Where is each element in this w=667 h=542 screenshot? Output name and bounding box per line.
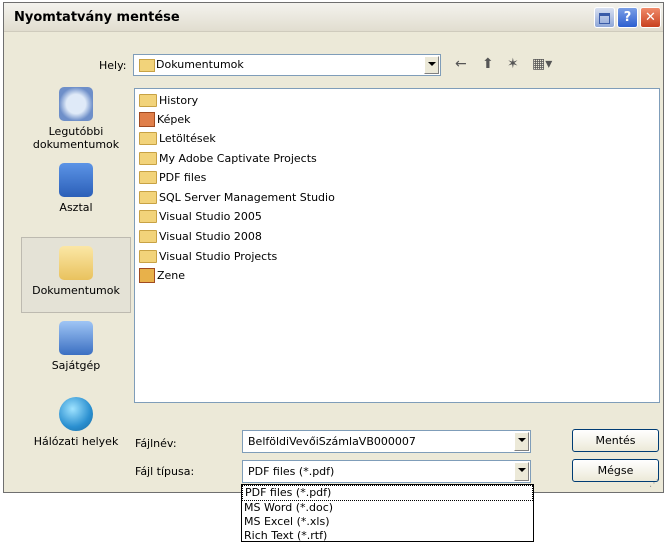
list-item[interactable]: Visual Studio 2005 — [139, 207, 262, 226]
list-item[interactable]: Visual Studio Projects — [139, 247, 277, 266]
filetype-option[interactable]: PDF files (*.pdf) — [242, 485, 533, 501]
filetype-dropdown-button[interactable] — [514, 462, 529, 481]
computer-icon — [59, 321, 93, 355]
sidebar-item-label: Dokumentumok — [32, 284, 120, 297]
sidebar-item-recent[interactable]: Legutóbbi dokumentumok — [21, 87, 131, 151]
file-name: Képek — [157, 113, 191, 126]
up-folder-icon[interactable]: ⬆ — [482, 56, 494, 72]
cancel-button[interactable]: Mégse — [572, 459, 659, 482]
location-label: Hely: — [99, 59, 127, 72]
dialog-title: Nyomtatvány mentése — [14, 10, 180, 25]
list-item[interactable]: Képek — [139, 110, 191, 129]
folder-icon — [139, 209, 157, 223]
filetype-option[interactable]: MS Word (*.doc) — [242, 501, 533, 515]
sidebar-item-network[interactable]: Hálózati helyek — [21, 397, 131, 448]
filename-dropdown-button[interactable] — [514, 432, 529, 451]
file-name: Zene — [157, 269, 186, 282]
back-icon[interactable]: ← — [455, 56, 467, 72]
view-menu-icon[interactable]: ▦▾ — [532, 56, 552, 72]
folder-icon — [139, 190, 157, 204]
list-item[interactable]: My Adobe Captivate Projects — [139, 149, 317, 168]
filetype-option[interactable]: Rich Text (*.rtf) — [242, 529, 533, 541]
music-folder-icon — [139, 267, 155, 283]
file-name: PDF files — [159, 171, 207, 184]
sidebar-item-desktop[interactable]: Asztal — [21, 163, 131, 214]
file-name: Visual Studio 2008 — [159, 230, 262, 243]
list-item[interactable]: Zene — [139, 266, 185, 285]
filetype-value: PDF files (*.pdf) — [248, 465, 335, 478]
help-icon[interactable]: ? — [617, 7, 638, 28]
desktop-icon — [59, 163, 93, 197]
sidebar-item-label: Asztal — [59, 201, 93, 214]
documents-icon — [59, 246, 93, 280]
file-name: Letöltések — [159, 132, 216, 145]
places-bar: Legutóbbi dokumentumok Asztal Dokumentum… — [21, 77, 131, 488]
file-name: Visual Studio Projects — [159, 250, 278, 263]
filetype-label: Fájl típusa: — [135, 465, 195, 478]
list-item[interactable]: Visual Studio 2008 — [139, 227, 262, 246]
sidebar-item-label: Sajátgép — [51, 359, 101, 372]
location-dropdown-button[interactable] — [424, 56, 439, 74]
filetype-select[interactable]: PDF files (*.pdf) — [242, 460, 531, 483]
file-list[interactable]: History Képek Letöltések My Adobe Captiv… — [134, 88, 660, 403]
list-item[interactable]: History — [139, 91, 198, 110]
resize-grip-icon[interactable]: ⋰ — [649, 478, 661, 490]
sidebar-item-documents[interactable]: Dokumentumok — [21, 237, 131, 313]
folder-icon — [139, 229, 157, 243]
title-bar[interactable]: Nyomtatvány mentése ? ✕ — [4, 3, 663, 32]
filename-input[interactable]: BelföldiVevőiSzámlaVB000007 — [242, 430, 531, 453]
file-name: My Adobe Captivate Projects — [159, 152, 317, 165]
recent-icon — [59, 87, 93, 121]
list-item[interactable]: SQL Server Management Studio — [139, 188, 335, 207]
sidebar-item-label: Legutóbbi dokumentumok — [32, 125, 120, 151]
pictures-folder-icon — [139, 111, 155, 127]
folder-icon — [139, 170, 157, 184]
list-item[interactable]: Letöltések — [139, 129, 216, 148]
folder-icon — [139, 151, 157, 165]
filetype-option[interactable]: MS Excel (*.xls) — [242, 515, 533, 529]
folder-icon — [139, 131, 157, 145]
filetype-dropdown-list[interactable]: PDF files (*.pdf) MS Word (*.doc) MS Exc… — [241, 484, 534, 542]
location-value: Dokumentumok — [156, 58, 244, 71]
new-folder-icon[interactable]: ✶ — [507, 56, 519, 72]
close-icon[interactable]: ✕ — [640, 7, 661, 28]
location-combo[interactable]: Dokumentumok — [133, 54, 441, 76]
file-name: Visual Studio 2005 — [159, 210, 262, 223]
file-name: SQL Server Management Studio — [159, 191, 335, 204]
file-name: History — [159, 94, 199, 107]
save-dialog: Nyomtatvány mentése ? ✕ Hely: Dokumentum… — [3, 2, 664, 493]
filename-value: BelföldiVevőiSzámlaVB000007 — [248, 435, 416, 448]
folder-icon — [139, 93, 157, 107]
network-icon — [59, 397, 93, 431]
folder-icon — [139, 249, 157, 263]
sidebar-item-label: Hálózati helyek — [33, 435, 119, 448]
minimize-icon[interactable] — [594, 7, 615, 28]
folder-icon — [139, 59, 155, 72]
filename-label: Fájlnév: — [135, 437, 177, 450]
save-button[interactable]: Mentés — [572, 429, 659, 452]
list-item[interactable]: PDF files — [139, 168, 206, 187]
sidebar-item-computer[interactable]: Sajátgép — [21, 321, 131, 372]
